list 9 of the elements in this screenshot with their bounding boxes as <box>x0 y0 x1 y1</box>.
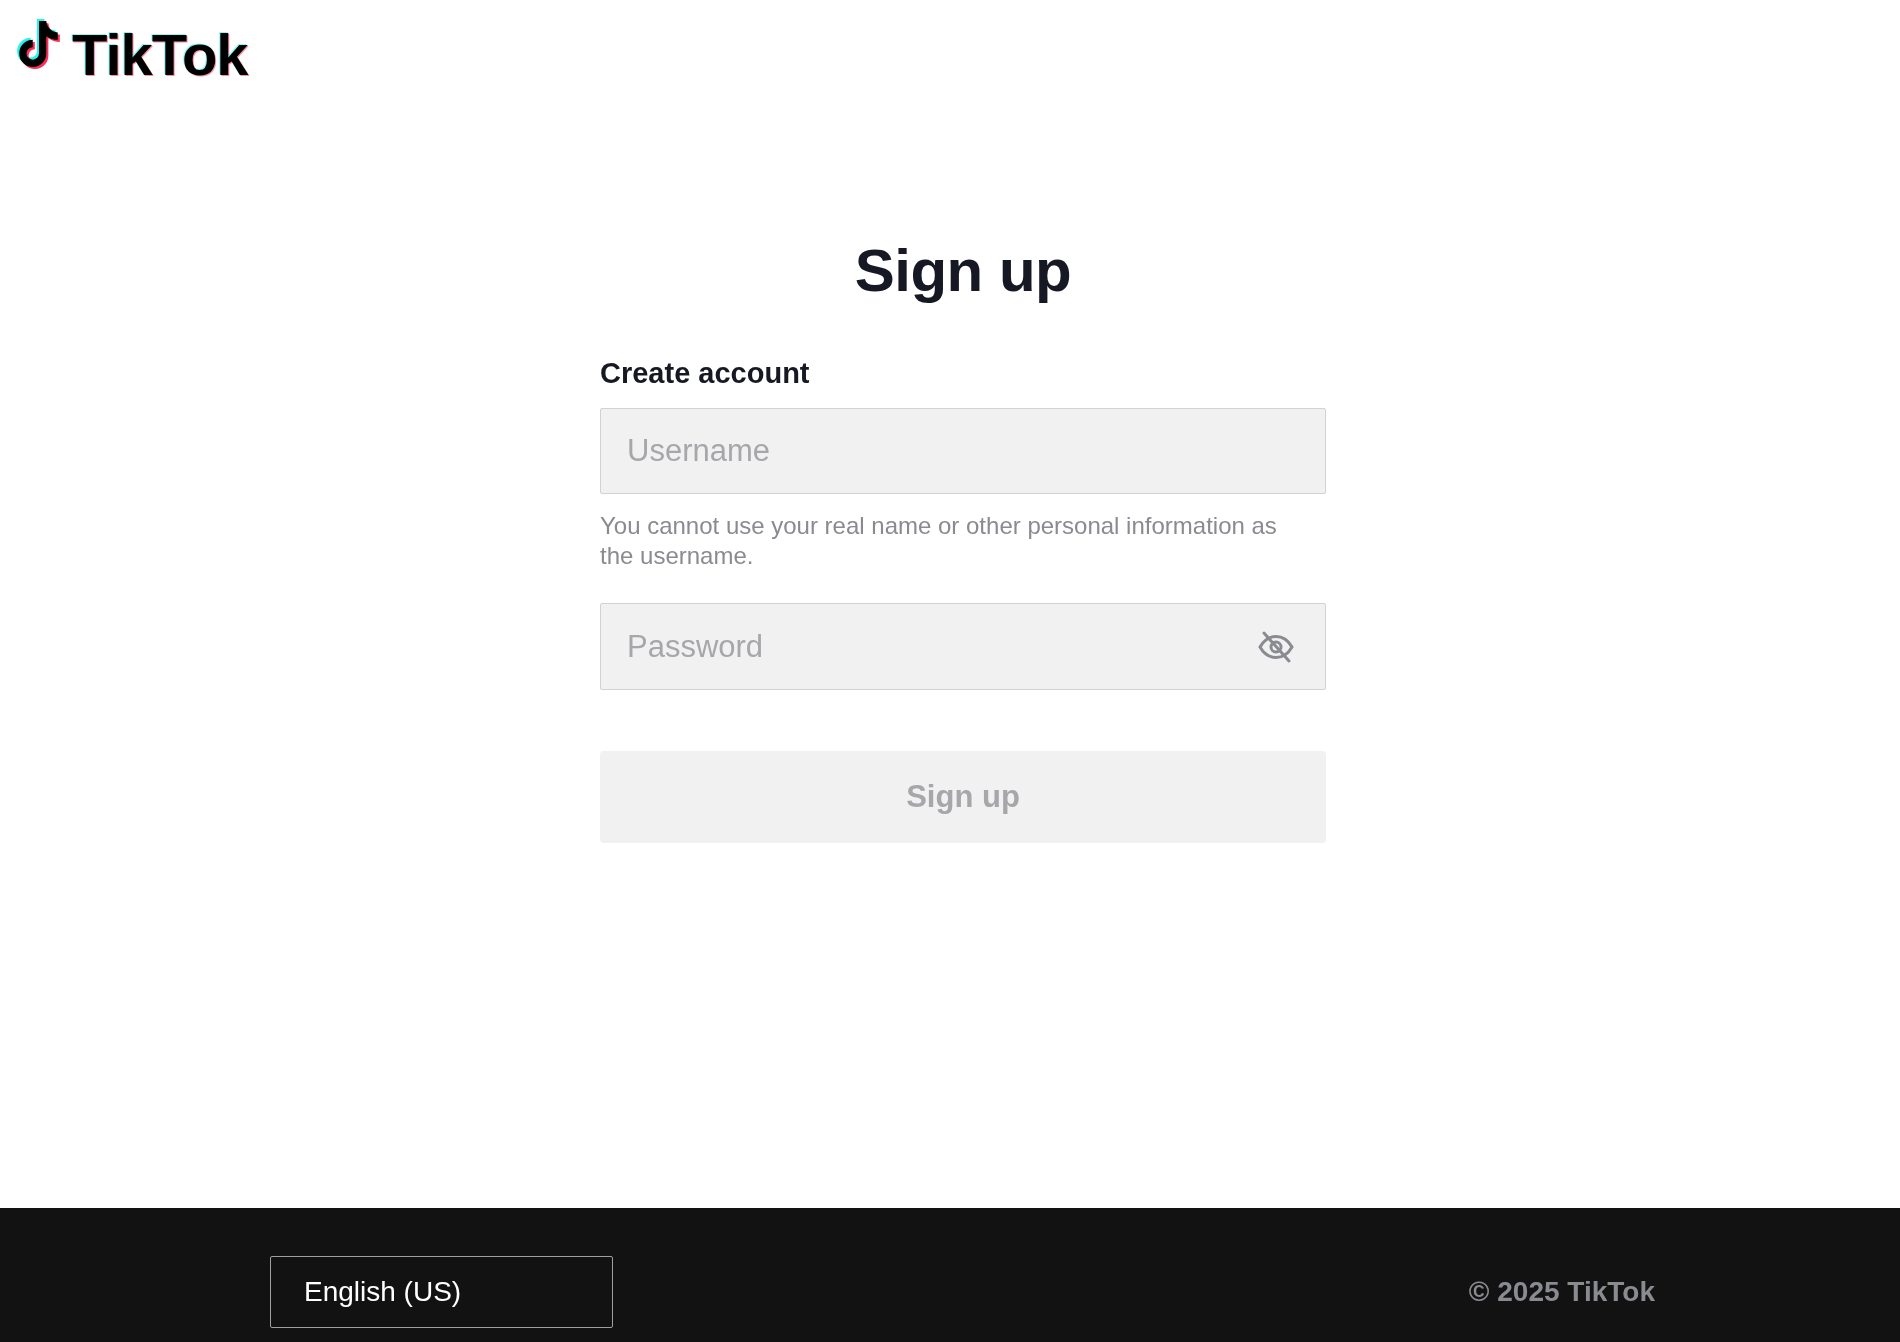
username-hint: You cannot use your real name or other personal information as the username. <box>600 511 1278 571</box>
language-select[interactable]: English (US) <box>270 1256 613 1328</box>
page-title: Sign up <box>853 236 1073 306</box>
logo-text[interactable]: TikTok <box>72 26 248 84</box>
eye-slash-icon[interactable] <box>1258 631 1294 663</box>
copyright-text: © 2025 TikTok <box>1468 1276 1655 1308</box>
section-label: Create account <box>600 356 810 390</box>
password-field[interactable]: Password <box>600 603 1326 690</box>
username-field[interactable]: Username <box>600 408 1326 494</box>
